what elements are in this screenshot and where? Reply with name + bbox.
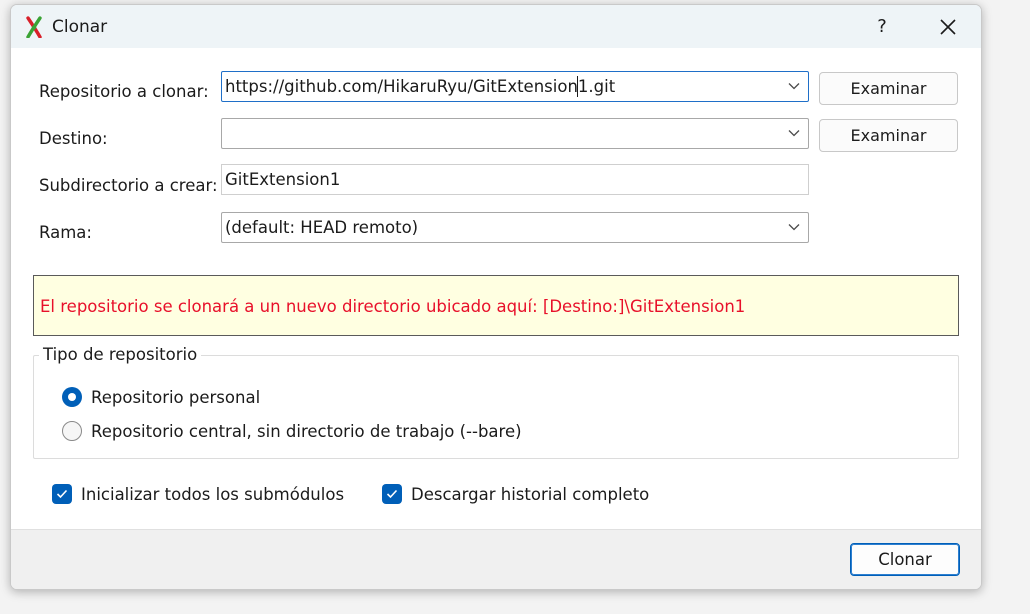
radio-unselected-icon[interactable]	[62, 421, 82, 441]
repository-type-group: Tipo de repositorio Repositorio personal…	[33, 345, 959, 459]
branch-combobox[interactable]: (default: HEAD remoto)	[221, 212, 809, 243]
dialog-footer: Clonar	[11, 529, 981, 589]
chevron-down-icon[interactable]	[788, 129, 800, 137]
repo-label: Repositorio a clonar:	[39, 82, 209, 101]
close-button[interactable]	[925, 5, 971, 48]
radio-personal-label: Repositorio personal	[91, 387, 261, 407]
init-submodules-checkbox[interactable]: Inicializar todos los submódulos	[52, 482, 344, 506]
browse-destination-button[interactable]: Examinar	[819, 119, 958, 152]
chevron-down-icon[interactable]	[788, 82, 800, 90]
init-submodules-label: Inicializar todos los submódulos	[81, 484, 345, 504]
checkmark-icon[interactable]	[382, 484, 402, 504]
destination-combobox[interactable]	[221, 118, 809, 149]
full-history-checkbox[interactable]: Descargar historial completo	[382, 482, 649, 506]
subdirectory-label: Subdirectorio a crear:	[39, 176, 218, 195]
text-caret	[577, 76, 578, 97]
repository-type-title: Tipo de repositorio	[39, 345, 202, 364]
full-history-label: Descargar historial completo	[411, 484, 650, 504]
close-icon	[940, 18, 956, 35]
window-title: Clonar	[52, 17, 108, 37]
branch-value: (default: HEAD remoto)	[225, 218, 419, 237]
branch-label: Rama:	[39, 223, 92, 242]
radio-bare-repo[interactable]: Repositorio central, sin directorio de t…	[62, 418, 522, 444]
repo-url-combobox[interactable]: https://github.com/HikaruRyu/GitExtensio…	[221, 71, 809, 102]
title-bar: Clonar ?	[11, 5, 981, 48]
radio-personal-repo[interactable]: Repositorio personal	[62, 384, 260, 410]
radio-bare-label: Repositorio central, sin directorio de t…	[91, 421, 522, 441]
destination-info-text: El repositorio se clonará a un nuevo dir…	[40, 297, 746, 316]
clone-dialog: Clonar ? Repositorio a clonar: https://g…	[10, 4, 982, 590]
checkmark-icon[interactable]	[52, 484, 72, 504]
git-extensions-logo-icon	[26, 16, 42, 38]
destination-info-panel: El repositorio se clonará a un nuevo dir…	[33, 275, 959, 336]
chevron-down-icon[interactable]	[788, 223, 800, 231]
subdirectory-value: GitExtension1	[225, 170, 341, 189]
repo-url-value: https://github.com/HikaruRyu/GitExtensio…	[225, 77, 616, 96]
destination-label: Destino:	[39, 129, 108, 148]
browse-repo-button[interactable]: Examinar	[819, 72, 958, 105]
help-button[interactable]: ?	[859, 5, 905, 48]
subdirectory-input[interactable]: GitExtension1	[221, 164, 809, 195]
clone-button[interactable]: Clonar	[850, 543, 960, 576]
radio-selected-icon[interactable]	[62, 387, 82, 407]
